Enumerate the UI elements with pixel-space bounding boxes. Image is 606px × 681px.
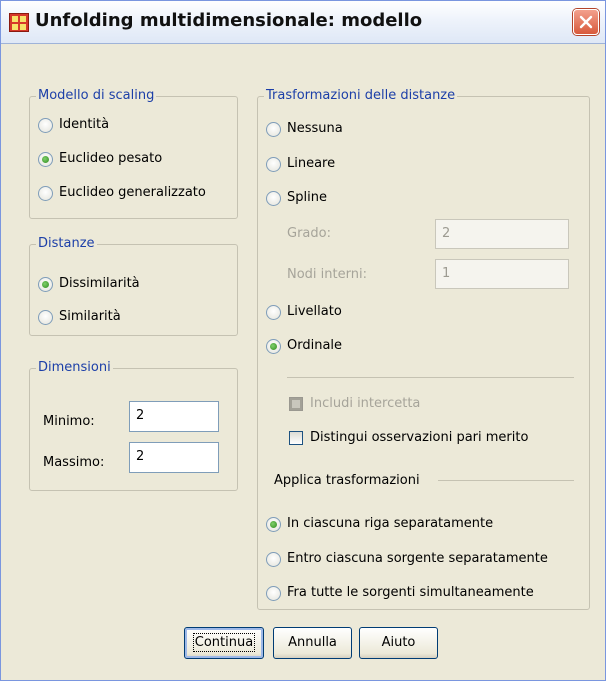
include-intercept-checkbox[interactable] bbox=[289, 397, 303, 411]
continue-button[interactable]: Continua bbox=[184, 627, 264, 659]
radio-label: Entro ciascuna sorgente separatamente bbox=[287, 551, 548, 566]
degree-label: Grado: bbox=[287, 226, 331, 241]
transformations-label: Trasformazioni delle distanze bbox=[264, 88, 458, 103]
dialog-window: Unfolding multidimensionale: modello Mod… bbox=[0, 0, 606, 681]
knots-label: Nodi interni: bbox=[287, 267, 367, 282]
radio-label: Similarità bbox=[59, 309, 121, 324]
radio-button[interactable] bbox=[266, 191, 281, 206]
radio-button[interactable] bbox=[266, 552, 281, 567]
radio-label: Ordinale bbox=[287, 338, 343, 353]
radio-button[interactable] bbox=[266, 305, 281, 320]
radio-label: Euclideo pesato bbox=[59, 151, 163, 166]
maximum-input[interactable]: 2 bbox=[129, 442, 219, 473]
dialog-body: Modello di scaling Identità Euclideo pes… bbox=[7, 45, 599, 680]
include-intercept-label: Includi intercetta bbox=[310, 396, 421, 411]
close-icon bbox=[579, 15, 593, 29]
minimum-label: Minimo: bbox=[43, 414, 95, 429]
continue-button-label: Continua bbox=[192, 633, 256, 652]
radio-label: Lineare bbox=[287, 156, 336, 171]
untie-tied-checkbox[interactable] bbox=[289, 431, 303, 445]
radio-button[interactable] bbox=[266, 517, 281, 532]
radio-button[interactable] bbox=[38, 277, 53, 292]
window-title: Unfolding multidimensionale: modello bbox=[35, 10, 423, 31]
radio-label: Dissimilarità bbox=[59, 276, 140, 291]
help-button[interactable]: Aiuto bbox=[359, 627, 438, 659]
radio-label: Euclideo generalizzato bbox=[59, 185, 206, 200]
radio-button[interactable] bbox=[266, 586, 281, 601]
radio-label: Spline bbox=[287, 190, 327, 205]
radio-button[interactable] bbox=[38, 152, 53, 167]
radio-label: Identità bbox=[59, 117, 110, 132]
radio-button[interactable] bbox=[266, 157, 281, 172]
radio-label: In ciascuna riga separatamente bbox=[287, 516, 494, 531]
close-button[interactable] bbox=[573, 9, 599, 35]
distances-label: Distanze bbox=[36, 236, 97, 251]
help-button-label: Aiuto bbox=[381, 635, 416, 650]
dimensions-group: Dimensioni Minimo: 2 Massimo: 2 bbox=[29, 360, 238, 491]
radio-label: Nessuna bbox=[287, 121, 343, 136]
minimum-input[interactable]: 2 bbox=[129, 401, 219, 432]
radio-label: Fra tutte le sorgenti simultaneamente bbox=[287, 585, 534, 600]
knots-input[interactable]: 1 bbox=[435, 259, 569, 289]
separator bbox=[287, 377, 574, 378]
title-bar[interactable]: Unfolding multidimensionale: modello bbox=[1, 1, 605, 44]
dimensions-label: Dimensioni bbox=[36, 360, 113, 375]
scaling-model-label: Modello di scaling bbox=[36, 88, 157, 103]
spss-app-icon bbox=[9, 13, 29, 32]
cancel-button-label: Annulla bbox=[288, 635, 337, 650]
radio-button[interactable] bbox=[38, 310, 53, 325]
distances-group: Distanze Dissimilarità Similarità bbox=[29, 236, 238, 336]
radio-button[interactable] bbox=[266, 339, 281, 354]
radio-button[interactable] bbox=[38, 186, 53, 201]
scaling-model-group: Modello di scaling Identità Euclideo pes… bbox=[29, 88, 238, 219]
apply-transformations-label: Applica trasformazioni bbox=[274, 473, 420, 488]
radio-button[interactable] bbox=[38, 118, 53, 133]
radio-button[interactable] bbox=[266, 122, 281, 137]
transformations-group: Trasformazioni delle distanze Nessuna Li… bbox=[257, 88, 590, 610]
cancel-button[interactable]: Annulla bbox=[273, 627, 352, 659]
separator bbox=[438, 480, 574, 481]
radio-label: Livellato bbox=[287, 304, 342, 319]
degree-input[interactable]: 2 bbox=[435, 219, 569, 249]
maximum-label: Massimo: bbox=[43, 455, 105, 470]
untie-tied-label: Distingui osservazioni pari merito bbox=[310, 430, 529, 445]
